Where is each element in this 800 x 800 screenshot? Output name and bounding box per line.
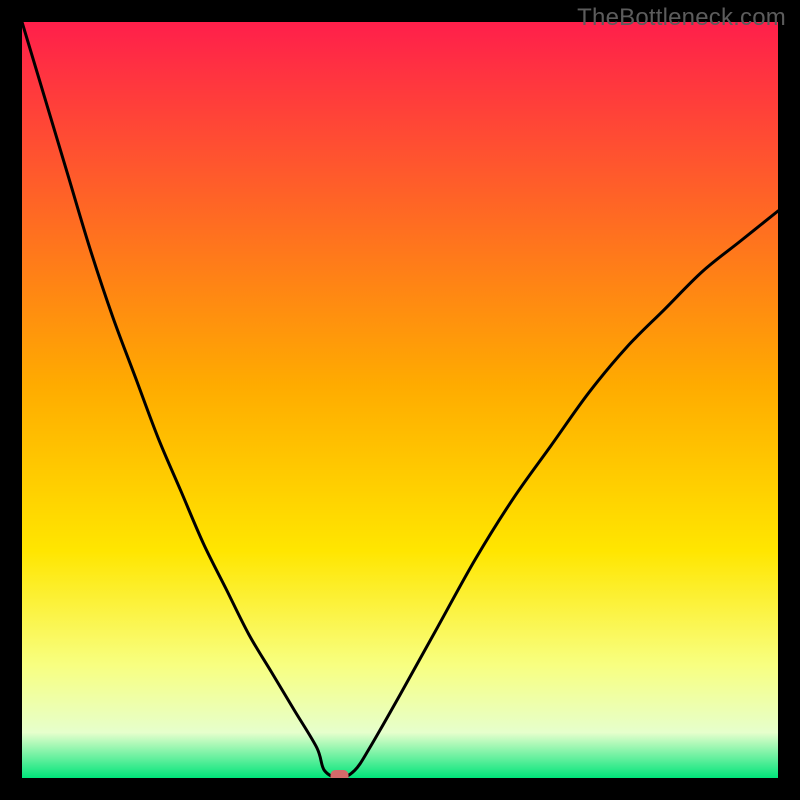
chart-frame: TheBottleneck.com [0,0,800,800]
heatmap-background [22,22,778,778]
bottleneck-chart [22,22,778,778]
minimum-marker [331,770,349,778]
plot-area [22,22,778,778]
watermark-text: TheBottleneck.com [577,4,786,32]
